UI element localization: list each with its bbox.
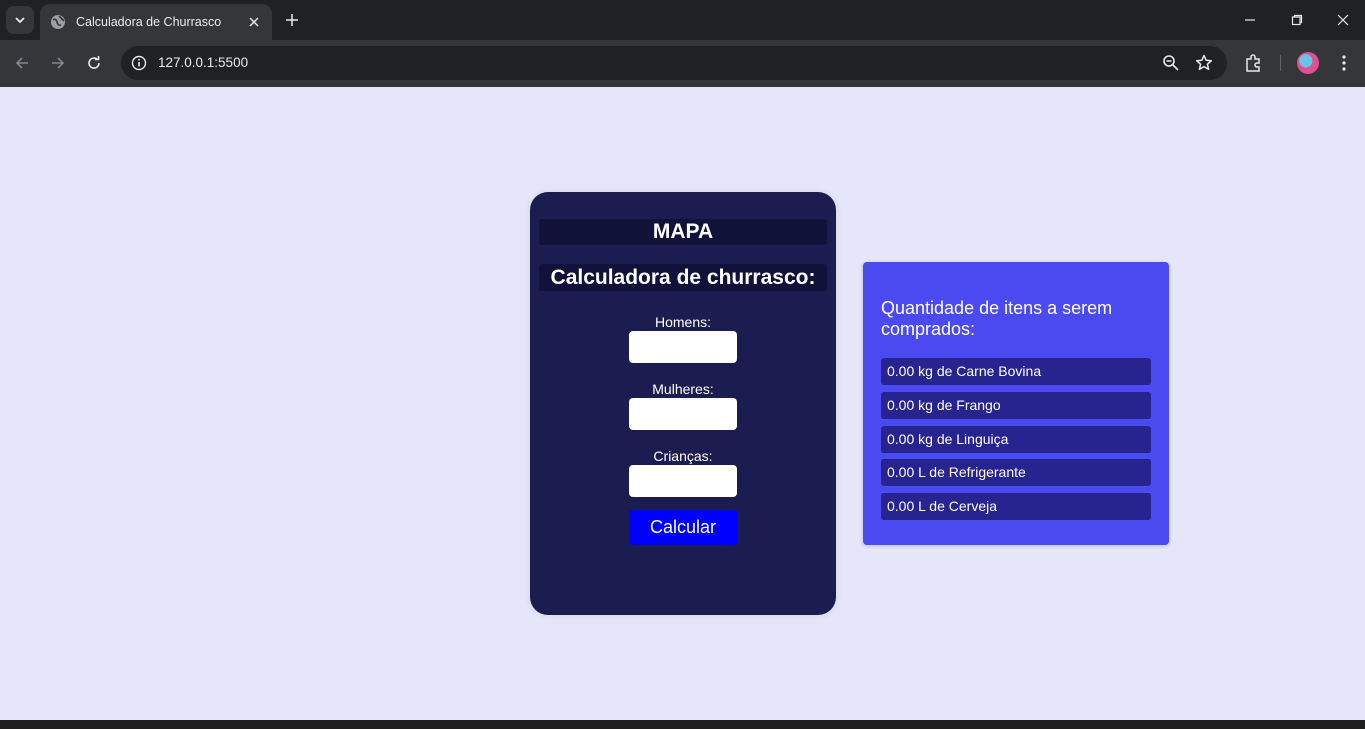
forward-icon[interactable]: [47, 52, 69, 74]
zoom-icon[interactable]: [1161, 53, 1181, 73]
plus-icon[interactable]: [280, 8, 304, 32]
toolbar-divider: [1280, 55, 1281, 71]
result-item-beef: 0.00 kg de Carne Bovina: [881, 358, 1151, 385]
back-icon[interactable]: [11, 52, 33, 74]
browser-toolbar: 127.0.0.1:5500: [0, 40, 1365, 87]
tab-search-icon[interactable]: [6, 6, 34, 34]
tab-bar: Calculadora de Churrasco: [0, 0, 1365, 40]
result-item-soda: 0.00 L de Refrigerante: [881, 459, 1151, 487]
calculator-card: MAPA Calculadora de churrasco: Homens: M…: [530, 192, 836, 615]
calculator-subtitle: Calculadora de churrasco:: [539, 264, 827, 291]
restore-icon[interactable]: [1285, 8, 1309, 32]
profile-avatar[interactable]: [1297, 52, 1319, 74]
result-item-beer: 0.00 L de Cerveja: [881, 493, 1151, 521]
star-icon[interactable]: [1194, 53, 1214, 73]
close-icon[interactable]: [246, 14, 262, 30]
address-bar[interactable]: 127.0.0.1:5500: [121, 46, 1227, 80]
active-tab[interactable]: Calculadora de Churrasco: [40, 4, 272, 40]
tab-title: Calculadora de Churrasco: [76, 15, 222, 29]
men-input[interactable]: [629, 331, 737, 363]
info-icon[interactable]: [129, 53, 149, 73]
page-content: MAPA Calculadora de churrasco: Homens: M…: [0, 87, 1365, 720]
os-taskbar: [0, 720, 1365, 729]
results-title: Quantidade de itens a serem comprados:: [881, 298, 1113, 339]
globe-icon: [50, 14, 66, 30]
women-label: Mulheres:: [652, 381, 714, 397]
women-input[interactable]: [629, 398, 737, 430]
extensions-icon[interactable]: [1243, 52, 1265, 74]
result-item-chicken: 0.00 kg de Frango: [881, 391, 1151, 419]
calculate-button[interactable]: Calcular: [629, 510, 737, 545]
men-label: Homens:: [654, 314, 712, 330]
children-label: Crianças:: [653, 448, 713, 464]
result-item-sausage: 0.00 kg de Linguiça: [881, 425, 1151, 453]
close-window-icon[interactable]: [1331, 8, 1355, 32]
calculator-heading: MAPA: [539, 219, 827, 245]
menu-icon[interactable]: [1333, 52, 1355, 74]
children-input[interactable]: [629, 465, 737, 497]
results-card: Quantidade de itens a serem comprados: 0…: [863, 262, 1169, 545]
minimize-icon[interactable]: [1238, 8, 1262, 32]
reload-icon[interactable]: [83, 52, 105, 74]
results-list: 0.00 kg de Carne Bovina 0.00 kg de Frang…: [881, 358, 1151, 527]
url-text: 127.0.0.1:5500: [158, 55, 249, 70]
